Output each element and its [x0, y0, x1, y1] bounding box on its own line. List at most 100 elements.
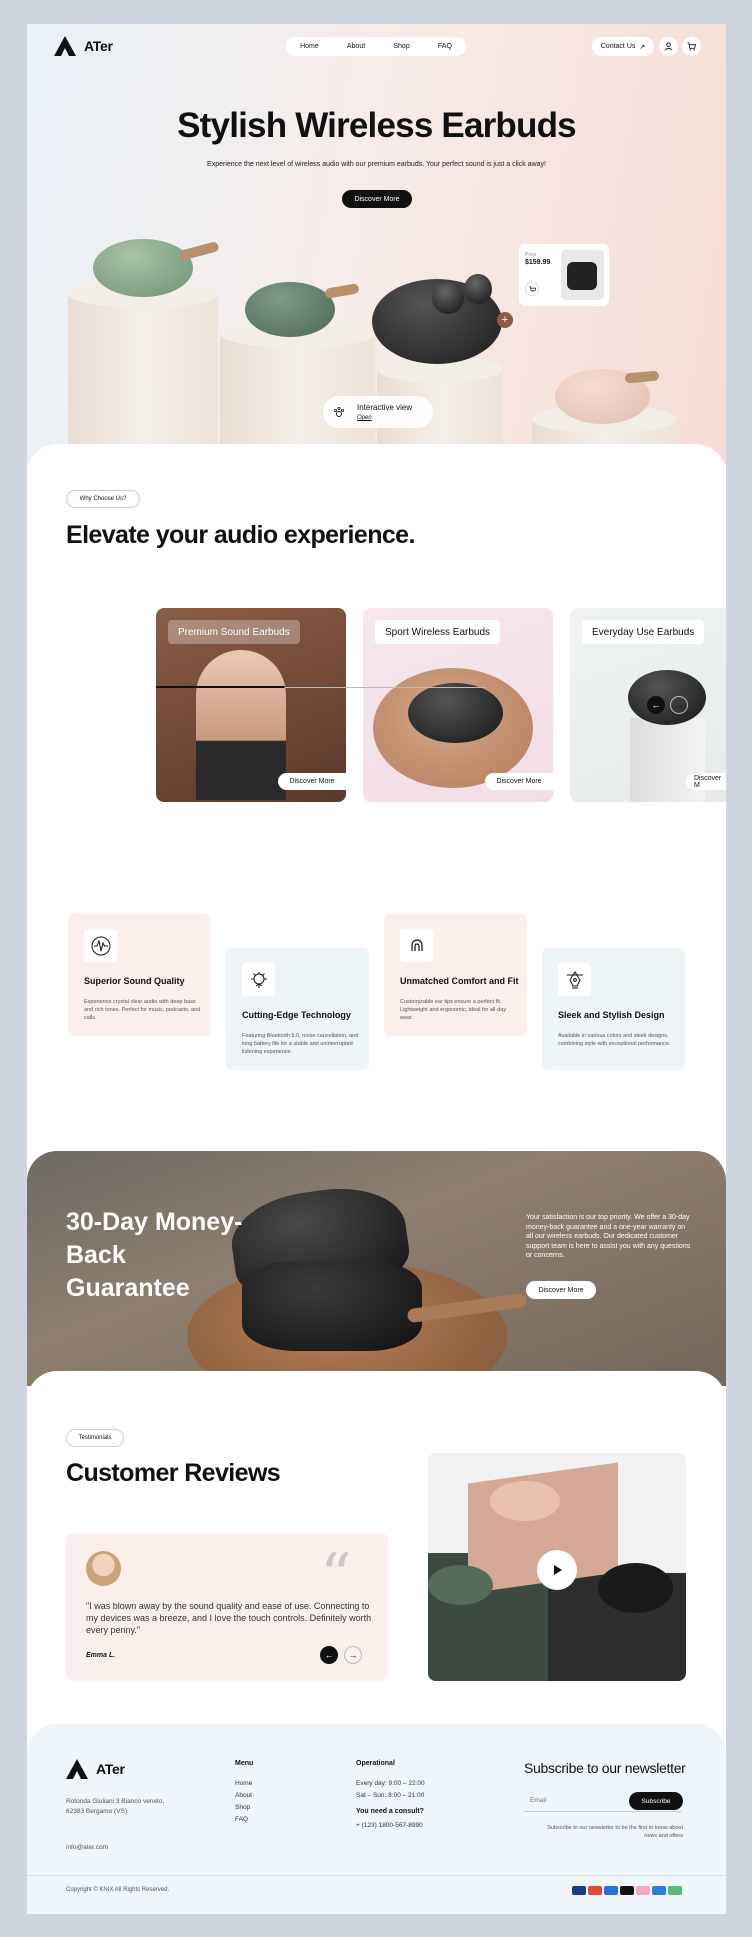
feature-card: Unmatched Comfort and Fit Customizable e… — [384, 914, 527, 1036]
cart-button[interactable] — [682, 37, 701, 56]
footer-phone[interactable]: + (123) 1800-567-8990 — [356, 1822, 423, 1829]
product-card-sport[interactable]: Sport Wireless Earbuds Discover More — [363, 608, 553, 802]
why-chip: Why Choose Us? — [66, 490, 140, 508]
nav-item-shop[interactable]: Shop — [393, 43, 409, 50]
interactive-view-title: Interactive view — [357, 403, 413, 412]
feature-card: Sleek and Stylish Design Available in va… — [542, 948, 685, 1070]
guarantee-text: Your satisfaction is our top priority. W… — [526, 1214, 691, 1259]
testimonials-chip: Testimonials — [66, 1429, 124, 1447]
cart-icon — [687, 42, 696, 51]
review-author: Emma L. — [86, 1652, 116, 1659]
reviews-title: Customer Reviews — [66, 1459, 281, 1487]
klarna-icon — [636, 1886, 650, 1895]
page: ATer Home About Shop FAQ Contact Us ↗ St… — [27, 24, 726, 1914]
review-card: “ "I was blown away by the sound quality… — [66, 1533, 388, 1681]
play-icon — [554, 1565, 562, 1575]
footer-email[interactable]: info@ater.com — [66, 1844, 108, 1851]
why-title: Elevate your audio experience. — [66, 521, 415, 549]
card-discover-button[interactable]: Discover More — [278, 773, 346, 790]
account-button[interactable] — [659, 37, 678, 56]
newsletter-title: Subscribe to our newsletter — [524, 1760, 686, 1776]
card-label: Premium Sound Earbuds — [168, 620, 300, 644]
user-icon — [664, 42, 673, 51]
hotspot-plus-button[interactable]: + — [497, 312, 513, 328]
visa-icon — [572, 1886, 586, 1895]
progress-fill — [156, 686, 285, 688]
play-button[interactable] — [537, 1550, 577, 1590]
dark-green-earbud-case — [245, 282, 335, 337]
card-discover-button[interactable]: Discover More — [485, 773, 553, 790]
footer-menu-title: Menu — [235, 1760, 254, 1767]
guarantee-discover-button[interactable]: Discover More — [526, 1281, 596, 1299]
cart-icon — [528, 285, 536, 291]
hero-section: ATer Home About Shop FAQ Contact Us ↗ St… — [27, 24, 726, 469]
hero-title: Stylish Wireless Earbuds — [177, 106, 577, 145]
amex-icon — [652, 1886, 666, 1895]
footer-link-home[interactable]: Home — [235, 1780, 252, 1787]
review-video[interactable] — [428, 1453, 686, 1681]
case-photo — [428, 1565, 493, 1605]
black-earbud — [432, 282, 464, 314]
avatar — [86, 1551, 121, 1586]
brand-name: ATer — [84, 38, 113, 54]
model-photo — [196, 650, 286, 800]
footer-logo[interactable]: ATer — [66, 1759, 125, 1779]
top-nav: ATer Home About Shop FAQ Contact Us ↗ — [27, 34, 726, 60]
chip-brain-icon — [242, 963, 275, 996]
case-strap — [178, 240, 220, 262]
feature-card: Superior Sound Quality Experience crysta… — [68, 914, 211, 1036]
contact-us-label: Contact Us — [600, 43, 636, 50]
nav-item-faq[interactable]: FAQ — [438, 43, 452, 50]
feature-card: Cutting-Edge Technology Featuring Blueto… — [226, 948, 369, 1070]
review-text: "I was blown away by the sound quality a… — [86, 1601, 372, 1635]
why-choose-us-section: Why Choose Us? Elevate your audio experi… — [27, 444, 726, 914]
interactive-view-open-link[interactable]: Open — [357, 415, 372, 421]
nav-item-home[interactable]: Home — [300, 43, 319, 50]
feature-text: Available in various colors and sleek de… — [558, 1033, 671, 1047]
nav-item-about[interactable]: About — [347, 43, 365, 50]
subscribe-button[interactable]: Subscribe — [629, 1792, 683, 1810]
carousel-next-button[interactable]: → — [670, 696, 688, 714]
feature-text: Customizable ear tips ensure a perfect f… — [400, 999, 507, 1021]
feature-text: Experience crystal clear audio with deep… — [84, 999, 201, 1021]
product-card-premium[interactable]: Premium Sound Earbuds Discover More — [156, 608, 346, 802]
case-photo — [628, 670, 706, 725]
applepay-icon — [620, 1886, 634, 1895]
logo[interactable]: ATer — [54, 36, 113, 56]
review-next-button[interactable]: → — [344, 1646, 362, 1664]
black-earbud — [464, 274, 492, 304]
footer-link-shop[interactable]: Shop — [235, 1804, 250, 1811]
case-photo — [598, 1563, 673, 1613]
guarantee-section: 30-Day Money-Back Guarantee Your satisfa… — [27, 1151, 726, 1386]
footer-consult-title: You need a consult? — [356, 1808, 424, 1815]
review-prev-button[interactable]: ← — [320, 1646, 338, 1664]
case-base-photo — [242, 1261, 422, 1351]
case-photo — [490, 1481, 560, 1521]
price-value: $159.99 — [525, 259, 551, 266]
pedestal — [68, 280, 218, 469]
interactive-view-pill[interactable]: Interactive view Open — [323, 396, 433, 428]
feature-title: Cutting-Edge Technology — [242, 1010, 351, 1020]
footer-link-faq[interactable]: FAQ — [235, 1816, 248, 1823]
card-label: Sport Wireless Earbuds — [375, 620, 501, 644]
hero-subtitle: Experience the next level of wireless au… — [207, 161, 546, 168]
price-card[interactable]: Price $159.99 — [519, 244, 609, 306]
carousel-progress[interactable] — [156, 686, 486, 689]
mastercard-icon — [588, 1886, 602, 1895]
product-thumbnail — [561, 250, 604, 300]
card-discover-button[interactable]: Discover M — [686, 773, 726, 790]
design-pen-icon — [558, 963, 591, 996]
arrow-up-right-icon: ↗ — [639, 43, 646, 51]
brand-name: ATer — [96, 1761, 125, 1777]
contact-us-button[interactable]: Contact Us ↗ — [592, 37, 654, 56]
case-strap — [324, 283, 360, 299]
footer-link-about[interactable]: About — [235, 1792, 252, 1799]
feature-title: Sleek and Stylish Design — [558, 1010, 665, 1020]
footer-operational-title: Operational — [356, 1760, 395, 1767]
footer: ATer Rotonda Giuliani 3 Bianco veneto, 6… — [27, 1724, 726, 1914]
carousel-prev-button[interactable]: ← — [647, 696, 665, 714]
green-earbud-case — [93, 239, 193, 297]
add-to-cart-button[interactable] — [525, 282, 539, 296]
hero-discover-button[interactable]: Discover More — [342, 190, 412, 208]
footer-divider — [27, 1875, 726, 1876]
